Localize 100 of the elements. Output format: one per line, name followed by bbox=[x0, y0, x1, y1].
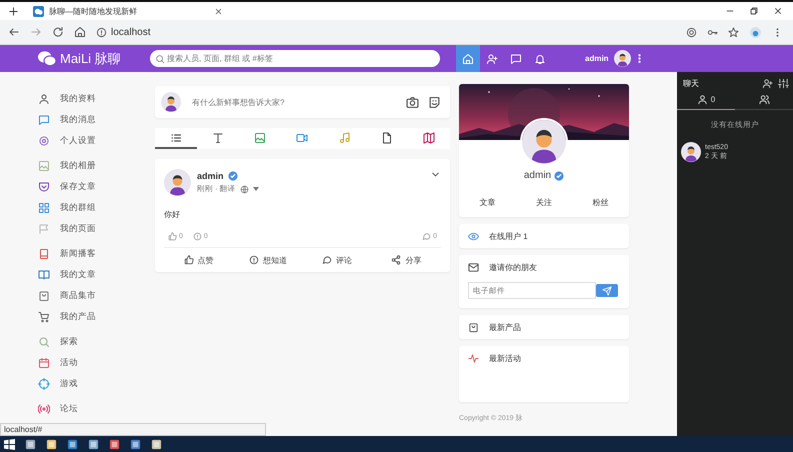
pulse-icon bbox=[468, 353, 479, 364]
list-icon bbox=[170, 132, 182, 144]
post-input[interactable]: 有什么新鲜事想告诉大家? bbox=[190, 96, 397, 108]
taskbar-app-icon[interactable] bbox=[130, 438, 141, 450]
image-icon bbox=[254, 132, 266, 144]
info-icon bbox=[192, 232, 202, 241]
browser-tab[interactable]: 脉聊—随时随地发现新鲜 bbox=[33, 6, 223, 16]
post-action-button[interactable]: 想知道 bbox=[233, 248, 302, 272]
broadcast-icon bbox=[38, 402, 50, 414]
taskbar-app-icon[interactable] bbox=[46, 438, 57, 450]
send-button[interactable] bbox=[596, 284, 618, 297]
profile-link[interactable]: 文章 bbox=[459, 191, 516, 215]
taskbar-app-icon[interactable] bbox=[109, 438, 120, 450]
info-icon bbox=[248, 255, 259, 265]
profile-link[interactable]: 关注 bbox=[516, 191, 572, 215]
crosshair-icon bbox=[38, 378, 50, 390]
widget-title: 最新活动 bbox=[489, 353, 521, 364]
search-icon bbox=[38, 336, 50, 348]
home-icon bbox=[462, 52, 474, 64]
start-icon[interactable] bbox=[4, 438, 15, 450]
chat-title: 聊天 bbox=[683, 78, 699, 88]
avatar bbox=[161, 92, 181, 112]
comment-icon bbox=[422, 232, 432, 241]
info-icon bbox=[96, 26, 107, 38]
sticker-icon[interactable] bbox=[428, 96, 441, 108]
avatar bbox=[681, 142, 701, 162]
sidebar-item[interactable]: 我的产品 bbox=[38, 306, 155, 327]
caret-icon[interactable] bbox=[252, 187, 259, 191]
sidebar-item[interactable]: 新闻播客 bbox=[38, 243, 155, 264]
camera-icon[interactable] bbox=[406, 96, 419, 108]
sidebar-item[interactable]: 论坛 bbox=[38, 398, 155, 419]
sidebar-item[interactable]: 个人设置 bbox=[38, 130, 155, 151]
add-user-icon[interactable] bbox=[762, 78, 773, 88]
sidebar-item[interactable]: 商品集市 bbox=[38, 285, 155, 306]
like-icon bbox=[184, 255, 194, 265]
chat-tab[interactable]: 0 bbox=[677, 90, 735, 110]
grid-icon bbox=[38, 202, 50, 214]
sidebar-item[interactable]: 我的群组 bbox=[38, 197, 155, 218]
widget-title: 最新产品 bbox=[489, 322, 521, 332]
taskbar-app-icon[interactable] bbox=[25, 438, 36, 450]
status-url: localhost/# bbox=[0, 423, 266, 436]
music-icon bbox=[338, 132, 351, 144]
video-icon bbox=[296, 132, 308, 144]
brand-name: MaiLi 脉聊 bbox=[60, 50, 121, 68]
avatar bbox=[614, 50, 631, 67]
sidebar-item[interactable]: 我的页面 bbox=[38, 218, 155, 239]
brand-logo[interactable]: MaiLi 脉聊 bbox=[38, 50, 150, 68]
taskbar-app-icon[interactable] bbox=[88, 438, 99, 450]
search-field[interactable]: 搜索人员, 页面, 群组 或 #标签 bbox=[150, 50, 440, 67]
taskbar-app-icon[interactable] bbox=[151, 438, 162, 450]
avatar bbox=[522, 120, 566, 164]
sidebar-item[interactable]: 活动 bbox=[38, 352, 155, 373]
home-icon[interactable] bbox=[74, 26, 86, 38]
calendar-icon bbox=[38, 356, 50, 368]
star-icon[interactable] bbox=[728, 26, 739, 38]
comment-icon bbox=[322, 255, 332, 265]
post-action-button[interactable]: 点赞 bbox=[164, 248, 234, 272]
add-user-icon bbox=[486, 52, 498, 64]
newspaper-icon bbox=[38, 248, 50, 260]
user-name[interactable]: admin bbox=[585, 54, 609, 63]
file-icon bbox=[380, 132, 393, 144]
image-icon bbox=[38, 160, 50, 172]
book-icon bbox=[38, 268, 50, 280]
search-icon bbox=[155, 54, 165, 64]
sidebar-item[interactable]: 我的文章 bbox=[38, 264, 155, 285]
profile-name[interactable]: admin bbox=[524, 170, 552, 181]
sidebar-item[interactable]: 游戏 bbox=[38, 373, 155, 394]
send-icon bbox=[602, 286, 612, 296]
pocket-icon bbox=[38, 180, 50, 192]
taskbar-app-icon[interactable] bbox=[67, 438, 78, 450]
share-icon bbox=[391, 255, 402, 265]
sidebar-item[interactable]: 我的资料 bbox=[38, 88, 155, 109]
author-name[interactable]: admin bbox=[197, 171, 224, 181]
bag-icon bbox=[38, 290, 50, 302]
avatar bbox=[164, 169, 191, 196]
post-action-button[interactable]: 评论 bbox=[302, 248, 372, 272]
cart-icon bbox=[38, 310, 50, 322]
profile-link[interactable]: 粉丝 bbox=[572, 191, 629, 215]
sliders-icon[interactable] bbox=[778, 78, 789, 88]
restore-icon[interactable] bbox=[749, 6, 759, 16]
back-icon[interactable] bbox=[8, 26, 20, 38]
plus-icon[interactable] bbox=[8, 6, 19, 16]
post-text: 你好 bbox=[164, 209, 181, 220]
sidebar-item[interactable]: 我的相册 bbox=[38, 155, 155, 176]
flag-icon bbox=[38, 222, 50, 234]
sidebar-item[interactable]: 我的消息 bbox=[38, 109, 155, 130]
close-icon[interactable] bbox=[214, 6, 223, 16]
mail-icon bbox=[468, 262, 479, 273]
widget-title: 在线用户 1 bbox=[489, 230, 528, 242]
eye-icon bbox=[468, 230, 479, 242]
sidebar-item[interactable]: 保存文章 bbox=[38, 176, 155, 197]
post-action-button[interactable]: 分享 bbox=[372, 248, 441, 272]
close-icon[interactable] bbox=[773, 6, 783, 16]
user-icon bbox=[696, 94, 708, 105]
widget-title: 邀请你的朋友 bbox=[489, 262, 537, 273]
location-icon[interactable] bbox=[686, 26, 697, 38]
nav-button[interactable] bbox=[456, 45, 480, 72]
reload-icon[interactable] bbox=[52, 26, 64, 38]
sidebar-item[interactable]: 探索 bbox=[38, 331, 155, 352]
extension-icon[interactable] bbox=[749, 26, 762, 38]
